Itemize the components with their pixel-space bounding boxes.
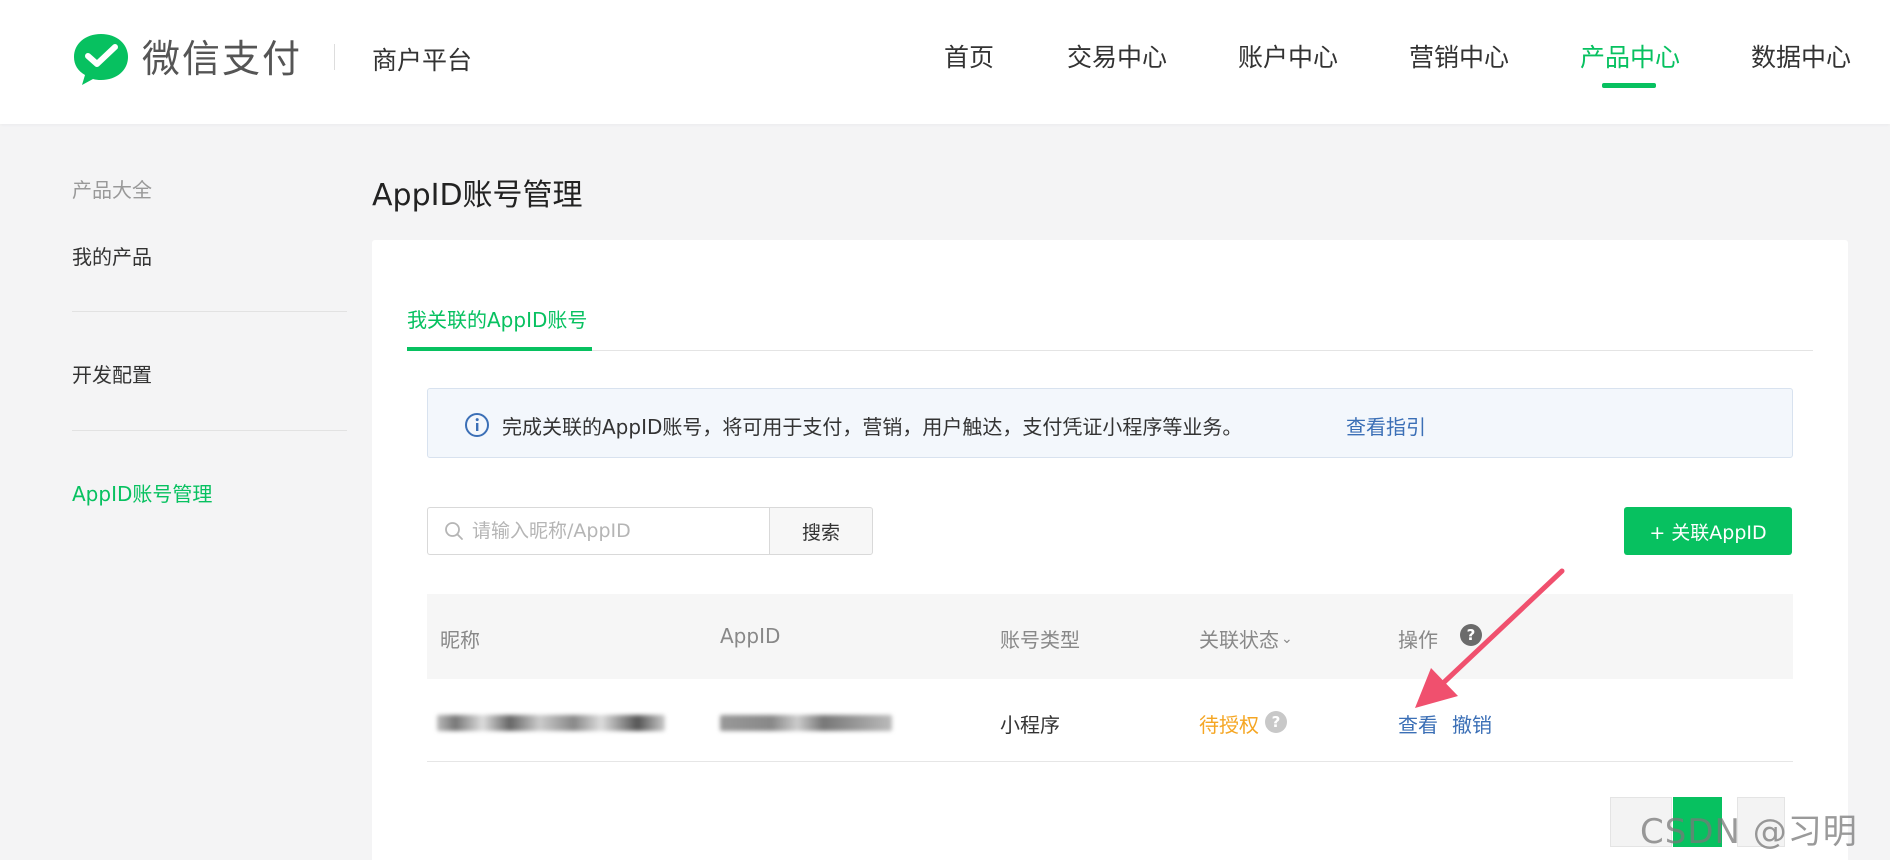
- watermark: CSDN @习明然: [1640, 812, 1858, 852]
- annotation-arrow: [1415, 568, 1565, 708]
